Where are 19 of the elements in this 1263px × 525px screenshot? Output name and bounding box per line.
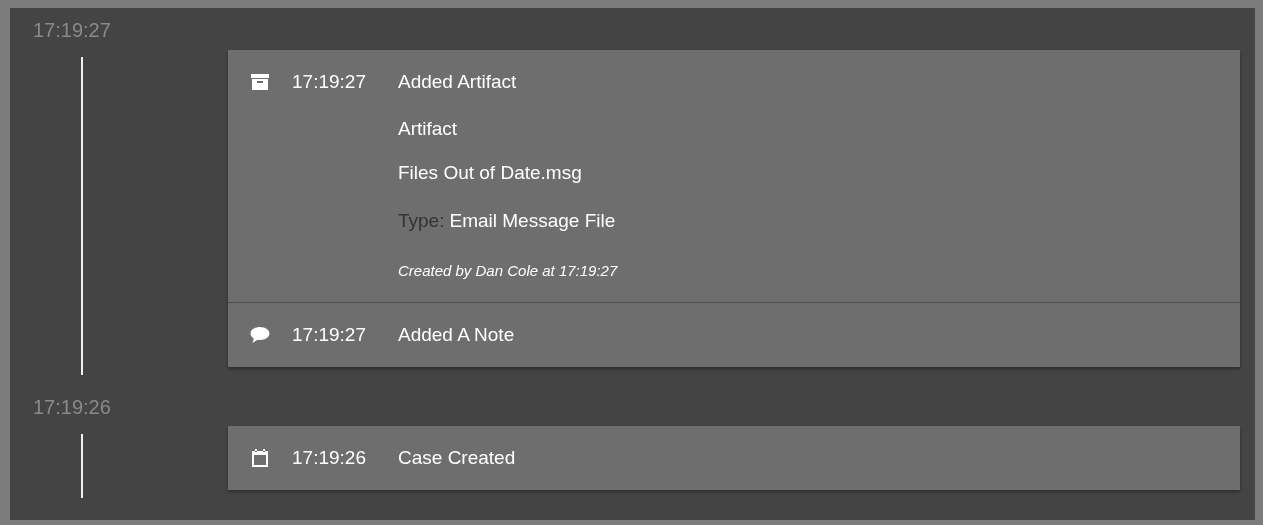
event-title: Added Artifact (398, 71, 517, 93)
event-header[interactable]: 17:19:26 Case Created (228, 426, 1240, 490)
file-name: Files Out of Date.msg (398, 161, 583, 185)
event-title: Case Created (398, 447, 516, 469)
group-time: 17:19:26 (32, 395, 112, 420)
group-time: 17:19:27 (32, 18, 112, 43)
detail-heading: Artifact (398, 117, 459, 141)
type-label: Type: (398, 210, 445, 231)
calendar-icon (250, 449, 270, 467)
event-time: 17:19:27 (292, 71, 367, 93)
type-value: Email Message File (449, 210, 616, 231)
event-time: 17:19:26 (292, 447, 367, 469)
archive-box-icon (250, 74, 270, 90)
speech-bubble-icon (250, 327, 270, 343)
event-time: 17:19:27 (292, 324, 367, 346)
created-note: Created by Dan Cole at 17:19:27 (398, 261, 619, 281)
event-title: Added A Note (398, 324, 515, 346)
event-header[interactable]: 17:19:27 Added Artifact (228, 50, 1240, 114)
event-header[interactable]: 17:19:27 Added A Note (228, 303, 1240, 367)
